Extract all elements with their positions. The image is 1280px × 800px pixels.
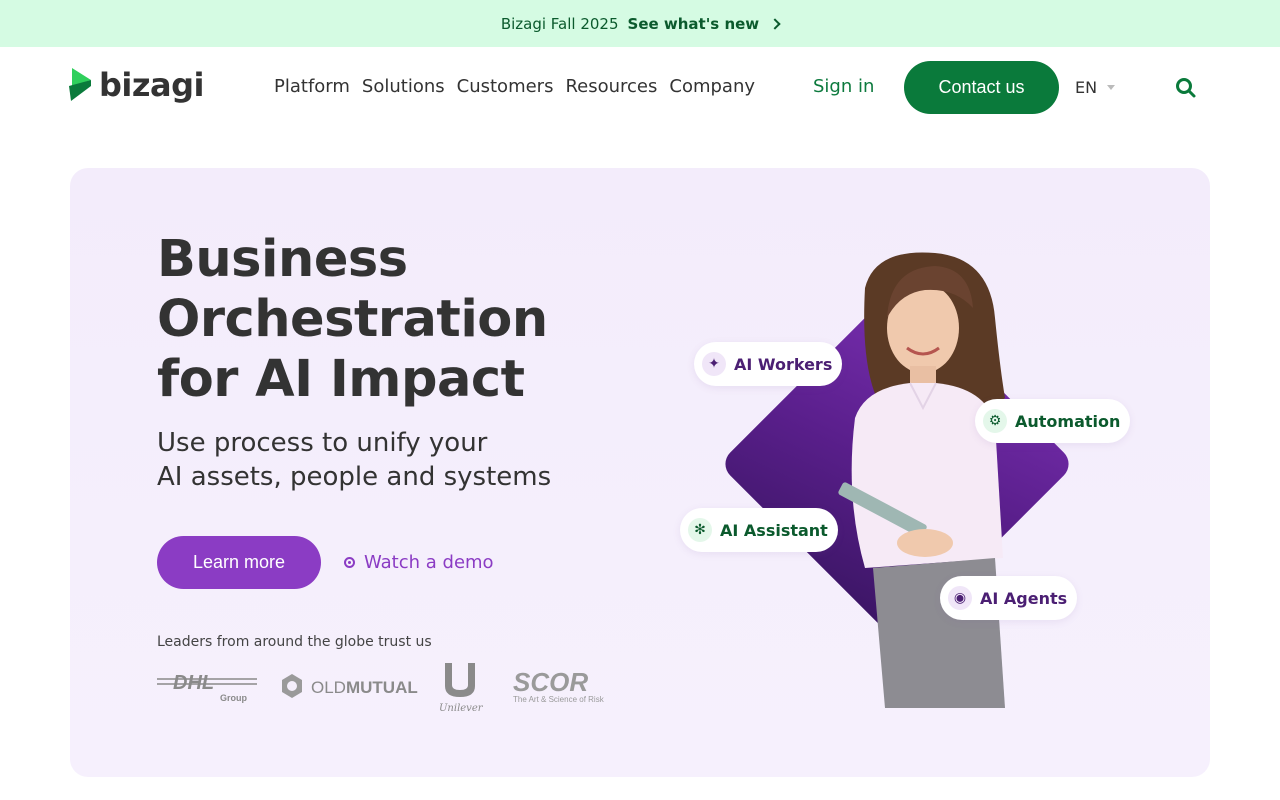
bizagi-logo-mark-icon xyxy=(69,68,91,101)
sparkle-icon: ✦ xyxy=(702,352,726,376)
hero-title-line: Orchestration xyxy=(157,290,548,349)
nav-solutions[interactable]: Solutions xyxy=(362,76,445,97)
nav-company[interactable]: Company xyxy=(669,76,755,97)
svg-text:OLDMUTUAL: OLDMUTUAL xyxy=(311,678,418,697)
bizagi-logo[interactable]: bizagi xyxy=(69,68,204,102)
unilever-word: Unilever xyxy=(439,703,484,714)
brand-wordmark: bizagi xyxy=(99,66,204,104)
site-header: bizagi Platform Solutions Customers Reso… xyxy=(0,47,1280,127)
scor-tagline: The Art & Science of Risk xyxy=(513,695,605,704)
nav-resources[interactable]: Resources xyxy=(565,76,657,97)
nav-customers[interactable]: Customers xyxy=(457,76,554,97)
client-logos: DHL Group OLDMUTUAL Unilever SCOR The Ar… xyxy=(157,663,605,714)
gear-icon: ⚙ xyxy=(983,409,1007,433)
chip-ai-agents: ◉ AI Agents xyxy=(940,576,1078,620)
hero-title-line: for AI Impact xyxy=(157,350,525,409)
chevron-right-icon[interactable] xyxy=(769,17,781,30)
unilever-logo: Unilever xyxy=(439,663,484,714)
trust-text: Leaders from around the globe trust us xyxy=(157,634,432,650)
chip-label: AI Workers xyxy=(734,354,833,374)
main-nav: Platform Solutions Customers Resources C… xyxy=(274,76,767,97)
old-mutual-logo: OLDMUTUAL xyxy=(282,674,418,698)
old-mutual-light: OLD xyxy=(311,678,346,697)
sign-in-link[interactable]: Sign in xyxy=(813,76,874,97)
hero-subtitle-line: Use process to unify your xyxy=(157,428,488,458)
chip-label: Automation xyxy=(1015,411,1121,431)
chip-automation: ⚙ Automation xyxy=(975,399,1131,443)
asterisk-flower-icon: ✻ xyxy=(688,518,712,542)
dhl-group: Group xyxy=(220,693,247,703)
hero-title-line: Business xyxy=(157,230,408,289)
language-label: EN xyxy=(1075,78,1098,97)
chip-ai-workers: ✦ AI Workers xyxy=(694,342,843,386)
dhl-logo: DHL Group xyxy=(157,672,257,703)
caret-down-icon xyxy=(1107,85,1116,90)
announcement-text: Bizagi Fall 2025 xyxy=(500,14,619,33)
hero-subtitle: Use process to unify your AI assets, peo… xyxy=(157,426,597,494)
old-mutual-bold: MUTUAL xyxy=(346,678,418,697)
announcement-bar: Bizagi Fall 2025 See what's new xyxy=(0,0,1280,47)
dhl-word: DHL xyxy=(173,672,214,694)
watch-demo-link[interactable]: Watch a demo xyxy=(344,552,494,573)
chip-ai-assistant: ✻ AI Assistant xyxy=(680,508,838,552)
agent-icon: ◉ xyxy=(948,586,972,610)
hero-section: Business Orchestration for AI Impact Use… xyxy=(70,168,1210,777)
hero-title: Business Orchestration for AI Impact xyxy=(157,230,617,410)
search-icon[interactable] xyxy=(1175,77,1197,99)
play-circle-icon xyxy=(344,557,355,568)
scor-logo: SCOR The Art & Science of Risk xyxy=(513,667,605,704)
language-selector[interactable]: EN xyxy=(1075,78,1116,97)
watch-demo-label: Watch a demo xyxy=(364,552,494,573)
scor-word: SCOR xyxy=(513,667,588,697)
chip-label: AI Agents xyxy=(980,588,1068,608)
chip-label: AI Assistant xyxy=(720,520,828,540)
hero-subtitle-line: AI assets, people and systems xyxy=(157,462,552,492)
announcement-link[interactable]: See what's new xyxy=(628,15,760,33)
nav-platform[interactable]: Platform xyxy=(274,76,350,97)
contact-us-button[interactable]: Contact us xyxy=(904,61,1059,114)
learn-more-button[interactable]: Learn more xyxy=(157,536,321,589)
hero-person-image xyxy=(838,252,1005,708)
